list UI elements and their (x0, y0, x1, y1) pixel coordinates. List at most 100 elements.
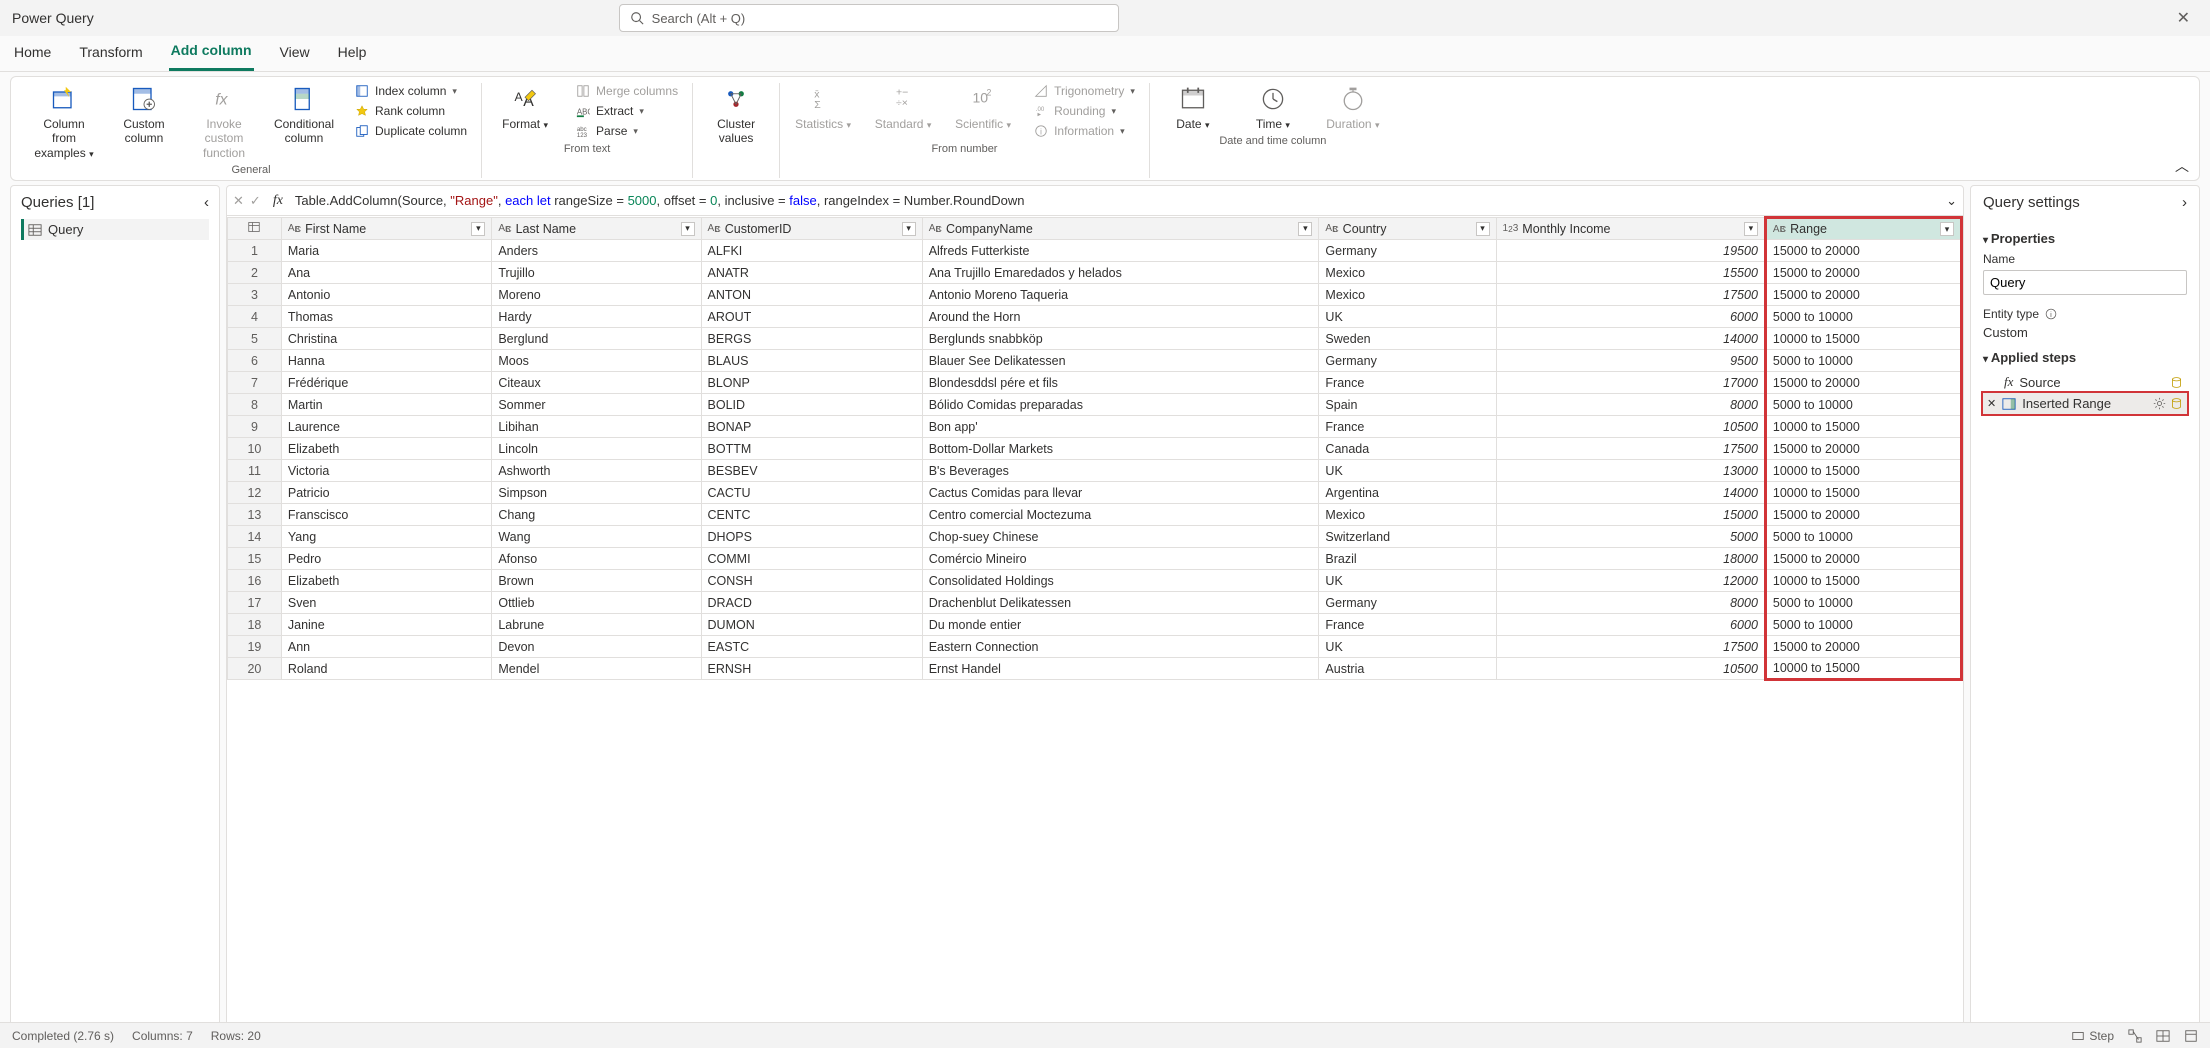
cell[interactable]: Pedro (281, 548, 491, 570)
table-row[interactable]: 13FransciscoChangCENTCCentro comercial M… (228, 504, 1962, 526)
cell[interactable]: Moreno (492, 284, 701, 306)
cell[interactable]: Centro comercial Moctezuma (922, 504, 1319, 526)
cell[interactable]: 15000 to 20000 (1765, 636, 1961, 658)
cell[interactable]: BOLID (701, 394, 922, 416)
row-number[interactable]: 14 (228, 526, 282, 548)
cell[interactable]: 6000 (1496, 614, 1765, 636)
cell[interactable]: 13000 (1496, 460, 1765, 482)
delete-step-button[interactable]: ✕ (1987, 397, 1996, 410)
cell[interactable]: Ana (281, 262, 491, 284)
expand-settings-button[interactable]: › (2182, 194, 2187, 211)
cell[interactable]: Lincoln (492, 438, 701, 460)
step-button[interactable]: Step (2071, 1029, 2114, 1043)
column-header-country[interactable]: ABCCountry▾ (1319, 218, 1496, 240)
tab-view[interactable]: View (278, 38, 312, 70)
cell[interactable]: BERGS (701, 328, 922, 350)
cell[interactable]: Comércio Mineiro (922, 548, 1319, 570)
cell[interactable]: 5000 to 10000 (1765, 306, 1961, 328)
cell[interactable]: AROUT (701, 306, 922, 328)
cell[interactable]: Bólido Comidas preparadas (922, 394, 1319, 416)
cell[interactable]: Blauer See Delikatessen (922, 350, 1319, 372)
filter-button[interactable]: ▾ (1298, 222, 1312, 236)
data-source-icon[interactable] (2170, 397, 2183, 410)
cell[interactable]: Blondesddsl pére et fils (922, 372, 1319, 394)
table-row[interactable]: 17SvenOttliebDRACDDrachenblut Delikatess… (228, 592, 1962, 614)
cell[interactable]: Hanna (281, 350, 491, 372)
cell[interactable]: 19500 (1496, 240, 1765, 262)
cell[interactable]: Wang (492, 526, 701, 548)
column-header-customerid[interactable]: ABCCustomerID▾ (701, 218, 922, 240)
cell[interactable]: 15000 to 20000 (1765, 438, 1961, 460)
parse-button[interactable]: abc123Parse ▾ (572, 123, 682, 139)
cell[interactable]: 5000 to 10000 (1765, 614, 1961, 636)
cell[interactable]: Antonio Moreno Taqueria (922, 284, 1319, 306)
cell[interactable]: France (1319, 416, 1496, 438)
cell[interactable]: BLONP (701, 372, 922, 394)
filter-button[interactable]: ▾ (471, 222, 485, 236)
cell[interactable]: 10000 to 15000 (1765, 570, 1961, 592)
row-number[interactable]: 11 (228, 460, 282, 482)
cell[interactable]: Martin (281, 394, 491, 416)
cell[interactable]: 8000 (1496, 394, 1765, 416)
row-number[interactable]: 13 (228, 504, 282, 526)
cell[interactable]: Canada (1319, 438, 1496, 460)
cell[interactable]: Thomas (281, 306, 491, 328)
rank-column-button[interactable]: Rank column (351, 103, 471, 119)
cell[interactable]: 10500 (1496, 658, 1765, 680)
row-number[interactable]: 20 (228, 658, 282, 680)
custom-column-button[interactable]: Custom column (111, 83, 177, 146)
cell[interactable]: Moos (492, 350, 701, 372)
query-item[interactable]: Query (21, 219, 209, 240)
cell[interactable]: Yang (281, 526, 491, 548)
schema-view-button[interactable] (2184, 1029, 2198, 1043)
cell[interactable]: 12000 (1496, 570, 1765, 592)
step-inserted-range[interactable]: ✕Inserted Range (1983, 393, 2187, 414)
table-row[interactable]: 2AnaTrujilloANATRAna Trujillo Emaredados… (228, 262, 1962, 284)
cell[interactable]: France (1319, 372, 1496, 394)
cell[interactable]: 18000 (1496, 548, 1765, 570)
filter-button[interactable]: ▾ (902, 222, 916, 236)
row-number[interactable]: 19 (228, 636, 282, 658)
table-row[interactable]: 16ElizabethBrownCONSHConsolidated Holdin… (228, 570, 1962, 592)
cell[interactable]: 15500 (1496, 262, 1765, 284)
cell[interactable]: 15000 to 20000 (1765, 372, 1961, 394)
cell[interactable]: Ann (281, 636, 491, 658)
row-number[interactable]: 2 (228, 262, 282, 284)
row-number[interactable]: 10 (228, 438, 282, 460)
row-number[interactable]: 3 (228, 284, 282, 306)
cell[interactable]: 10000 to 15000 (1765, 460, 1961, 482)
cell[interactable]: 10000 to 15000 (1765, 416, 1961, 438)
close-button[interactable]: ✕ (2169, 4, 2198, 32)
cell[interactable]: Elizabeth (281, 570, 491, 592)
cell[interactable]: 5000 to 10000 (1765, 394, 1961, 416)
cell[interactable]: Sven (281, 592, 491, 614)
cell[interactable]: Simpson (492, 482, 701, 504)
row-number[interactable]: 9 (228, 416, 282, 438)
cell[interactable]: Roland (281, 658, 491, 680)
cell[interactable]: 15000 to 20000 (1765, 548, 1961, 570)
cell[interactable]: 5000 to 10000 (1765, 592, 1961, 614)
column-from-examples-button[interactable]: Column from examples ▾ (31, 83, 97, 160)
cell[interactable]: 17500 (1496, 636, 1765, 658)
data-source-icon[interactable] (2170, 376, 2183, 389)
cell[interactable]: Sommer (492, 394, 701, 416)
cell[interactable]: ERNSH (701, 658, 922, 680)
cell[interactable]: BONAP (701, 416, 922, 438)
column-header-range[interactable]: ABCRange▾ (1765, 218, 1961, 240)
gear-icon[interactable] (2153, 397, 2166, 410)
cell[interactable]: ALFKI (701, 240, 922, 262)
cell[interactable]: Labrune (492, 614, 701, 636)
row-number[interactable]: 5 (228, 328, 282, 350)
formula-cancel-button[interactable]: ✕ (233, 193, 244, 209)
cell[interactable]: Mexico (1319, 504, 1496, 526)
select-all-corner[interactable] (228, 218, 282, 240)
cell[interactable]: Ana Trujillo Emaredados y helados (922, 262, 1319, 284)
collapse-queries-button[interactable]: ‹ (204, 194, 209, 211)
ribbon-collapse-button[interactable]: ︿ (2175, 156, 2189, 176)
query-name-input[interactable] (1983, 270, 2187, 295)
cell[interactable]: Berglunds snabbköp (922, 328, 1319, 350)
cell[interactable]: Ottlieb (492, 592, 701, 614)
cell[interactable]: B's Beverages (922, 460, 1319, 482)
cell[interactable]: Ashworth (492, 460, 701, 482)
applied-steps-section[interactable]: Applied steps (1983, 350, 2187, 365)
